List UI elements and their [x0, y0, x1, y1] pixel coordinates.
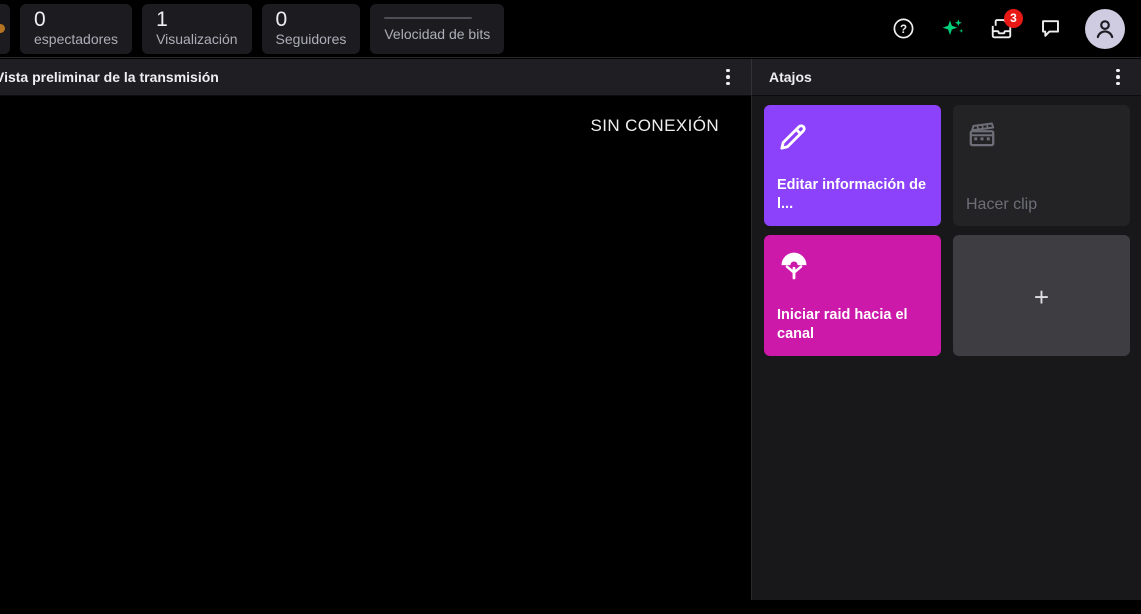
shortcut-label-make-clip: Hacer clip	[966, 196, 1038, 213]
top-actions-group: ? 3	[889, 8, 1141, 49]
shortcuts-panel: Editar información de l... Hacer clip In…	[751, 96, 1141, 600]
stat-card-views[interactable]: 1 Visualización	[142, 3, 252, 54]
stat-card-partial-cutoff[interactable]	[0, 3, 10, 54]
stat-label-followers: Seguidores	[275, 30, 347, 47]
shortcut-label-start-raid: Iniciar raid hacia el canal	[777, 307, 908, 342]
stat-value-viewers: 0	[34, 7, 46, 31]
stream-preview-kebab-menu-icon[interactable]	[717, 66, 739, 88]
stat-card-followers[interactable]: 0 Seguidores	[261, 3, 361, 54]
stat-label-bitrate: Velocidad de bits	[384, 25, 491, 42]
shortcut-card-make-clip: Hacer clip	[953, 105, 1130, 226]
inbox-unread-badge: 3	[1004, 8, 1023, 28]
avatar[interactable]	[1085, 8, 1125, 49]
stat-value-views: 1	[156, 7, 168, 31]
stat-card-viewers[interactable]: 0 espectadores	[20, 3, 133, 54]
panel-headers-row: Vista preliminar de la transmisión Atajo…	[0, 59, 1141, 96]
stat-label-viewers: espectadores	[34, 30, 119, 47]
stream-stats-group: 0 espectadores 1 Visualización 0 Seguido…	[0, 3, 505, 54]
add-shortcut-card[interactable]: +	[953, 235, 1130, 356]
stat-card-bitrate[interactable]: Velocidad de bits	[370, 3, 505, 54]
stat-label-views: Visualización	[156, 30, 238, 47]
clapperboard-icon	[966, 119, 1117, 157]
shortcuts-header: Atajos	[751, 59, 1141, 96]
stream-preview-header: Vista preliminar de la transmisión	[0, 59, 751, 96]
plus-icon: +	[1033, 281, 1050, 312]
stat-value-followers: 0	[275, 7, 288, 31]
shortcut-card-edit-stream-info[interactable]: Editar información de l...	[764, 105, 941, 226]
sparkle-icon[interactable]	[938, 15, 966, 43]
help-icon[interactable]: ?	[889, 15, 917, 43]
bitrate-sparkline-placeholder	[384, 16, 473, 19]
shortcut-card-start-raid[interactable]: Iniciar raid hacia el canal	[764, 235, 941, 356]
shortcuts-kebab-menu-icon[interactable]	[1107, 66, 1129, 88]
top-stats-bar: 0 espectadores 1 Visualización 0 Seguido…	[0, 0, 1141, 58]
offline-status-label: SIN CONEXIÓN	[590, 116, 719, 135]
shortcut-label-edit-stream-info: Editar información de l...	[777, 177, 927, 212]
pencil-icon	[777, 119, 928, 157]
status-dot-icon	[0, 23, 5, 33]
inbox-icon[interactable]: 3	[987, 8, 1023, 43]
stream-preview-title: Vista preliminar de la transmisión	[0, 69, 219, 85]
chat-bubble-icon[interactable]	[1036, 15, 1064, 43]
svg-text:?: ?	[899, 24, 906, 36]
shortcuts-title: Atajos	[769, 69, 812, 85]
raid-parachute-icon	[777, 249, 928, 287]
stream-preview-area: SIN CONEXIÓN	[0, 96, 751, 600]
shortcuts-grid: Editar información de l... Hacer clip In…	[764, 105, 1130, 356]
